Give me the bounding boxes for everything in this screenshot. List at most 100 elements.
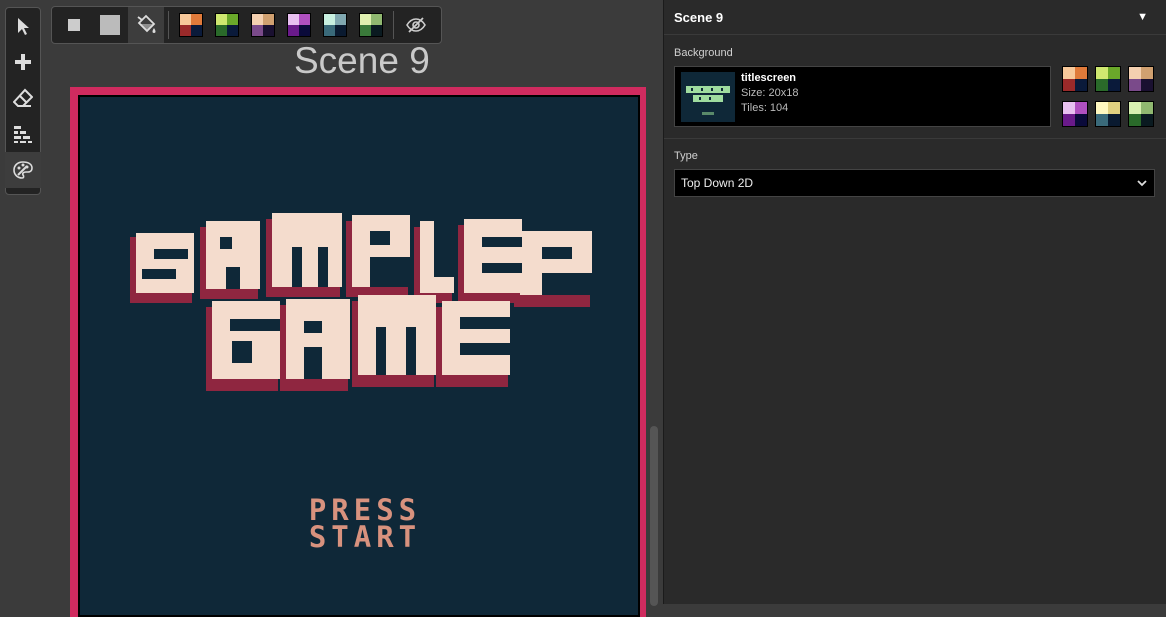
- background-selector[interactable]: titlescreen Size: 20x18 Tiles: 104: [674, 66, 1051, 127]
- type-section: Type Top Down 2D: [674, 150, 1155, 197]
- palette-color: [1141, 114, 1153, 126]
- plus-icon: [15, 54, 31, 70]
- background-thumbnail: [681, 72, 735, 122]
- palette-color: [1141, 67, 1153, 79]
- palette-color: [1075, 114, 1087, 126]
- background-label: Background: [674, 47, 733, 59]
- caret-down-icon[interactable]: ▼: [1137, 11, 1148, 23]
- palette-button-2[interactable]: [209, 7, 245, 43]
- background-palette-1[interactable]: [1062, 66, 1088, 92]
- background-palette-3[interactable]: [1128, 66, 1154, 92]
- palette-swatch[interactable]: [359, 13, 383, 37]
- palette-color: [299, 25, 310, 36]
- tool-palette: [5, 7, 41, 195]
- background-palette-5[interactable]: [1095, 101, 1121, 127]
- scene-title[interactable]: Scene 9: [294, 40, 430, 82]
- palette-color: [371, 14, 382, 25]
- palette-color: [216, 25, 227, 36]
- palette-button-5[interactable]: [317, 7, 353, 43]
- colors-tool[interactable]: [5, 152, 41, 188]
- add-tool[interactable]: [5, 44, 41, 80]
- background-palette-4[interactable]: [1062, 101, 1088, 127]
- type-label: Type: [674, 150, 698, 162]
- palette-swatch[interactable]: [179, 13, 203, 37]
- palette-color: [335, 25, 346, 36]
- scene-canvas[interactable]: PRESS START: [78, 95, 640, 617]
- palette-color: [1129, 67, 1141, 79]
- palette-color: [191, 25, 202, 36]
- large-square-icon: [100, 15, 120, 35]
- palette-color: [252, 14, 263, 25]
- palette-color: [1096, 114, 1108, 126]
- palette-color: [252, 25, 263, 36]
- background-section: Background titlescreen Size: 20x18 Tiles…: [674, 47, 1158, 127]
- palette-color: [191, 14, 202, 25]
- background-palette-2[interactable]: [1095, 66, 1121, 92]
- palette-color: [227, 14, 238, 25]
- palette-color: [360, 25, 371, 36]
- palette-color: [180, 14, 191, 25]
- palette-color: [1108, 114, 1120, 126]
- scene-properties-panel: Scene 9 ▼ Background titlescreen Size: 2…: [663, 0, 1166, 604]
- select-tool[interactable]: [5, 8, 41, 44]
- pen-2x2-button[interactable]: [92, 7, 128, 43]
- palette-color: [227, 25, 238, 36]
- paint-bucket-icon: [137, 14, 156, 33]
- eraser-icon: [13, 88, 33, 107]
- panel-header[interactable]: Scene 9 ▼: [664, 0, 1166, 35]
- palette-color: [299, 14, 310, 25]
- palette-color: [1129, 102, 1141, 114]
- palette-color: [324, 14, 335, 25]
- palette-color: [1075, 102, 1087, 114]
- palette-color: [1096, 67, 1108, 79]
- palette-color: [1141, 79, 1153, 91]
- background-tiles: Tiles: 104: [741, 102, 789, 114]
- palette-group: [173, 7, 389, 43]
- panel-title: Scene 9: [674, 9, 724, 25]
- palette-button-3[interactable]: [245, 7, 281, 43]
- palette-color: [216, 14, 227, 25]
- type-select[interactable]: Top Down 2D: [674, 169, 1155, 197]
- toolbar-divider: [168, 11, 169, 39]
- scene-frame[interactable]: PRESS START: [70, 87, 646, 617]
- cursor-icon: [18, 18, 29, 35]
- section-divider: [664, 138, 1166, 139]
- eraser-tool[interactable]: [5, 80, 41, 116]
- palette-swatch[interactable]: [215, 13, 239, 37]
- type-select-value: Top Down 2D: [681, 176, 754, 190]
- palette-color: [1129, 114, 1141, 126]
- palette-color: [1129, 79, 1141, 91]
- palette-color: [1063, 102, 1075, 114]
- fill-button[interactable]: [128, 7, 164, 43]
- background-name: titlescreen: [741, 72, 797, 84]
- palette-color: [1063, 79, 1075, 91]
- palette-button-4[interactable]: [281, 7, 317, 43]
- palette-icon: [13, 161, 33, 179]
- palette-color: [180, 25, 191, 36]
- palette-swatch[interactable]: [323, 13, 347, 37]
- collisions-tool[interactable]: [5, 116, 41, 152]
- small-square-icon: [68, 19, 80, 31]
- palette-button-6[interactable]: [353, 7, 389, 43]
- chevron-down-icon: [1137, 180, 1147, 187]
- palette-color: [371, 25, 382, 36]
- palette-color: [1063, 114, 1075, 126]
- palette-swatch[interactable]: [287, 13, 311, 37]
- palette-color: [263, 25, 274, 36]
- palette-button-1[interactable]: [173, 7, 209, 43]
- pen-1x1-button[interactable]: [56, 7, 92, 43]
- palette-color: [1108, 102, 1120, 114]
- thumbnail-image: [681, 72, 735, 122]
- palette-color: [360, 14, 371, 25]
- press-start-text: PRESS START: [308, 493, 422, 554]
- background-palette-6[interactable]: [1128, 101, 1154, 127]
- canvas-scrollbar[interactable]: [650, 426, 658, 606]
- palette-color: [1108, 79, 1120, 91]
- toggle-visibility-button[interactable]: [398, 7, 434, 43]
- palette-swatch[interactable]: [251, 13, 275, 37]
- top-toolbar: [51, 6, 442, 44]
- palette-color: [1141, 102, 1153, 114]
- palette-color: [263, 14, 274, 25]
- eye-off-icon: [406, 17, 426, 33]
- palette-color: [1075, 79, 1087, 91]
